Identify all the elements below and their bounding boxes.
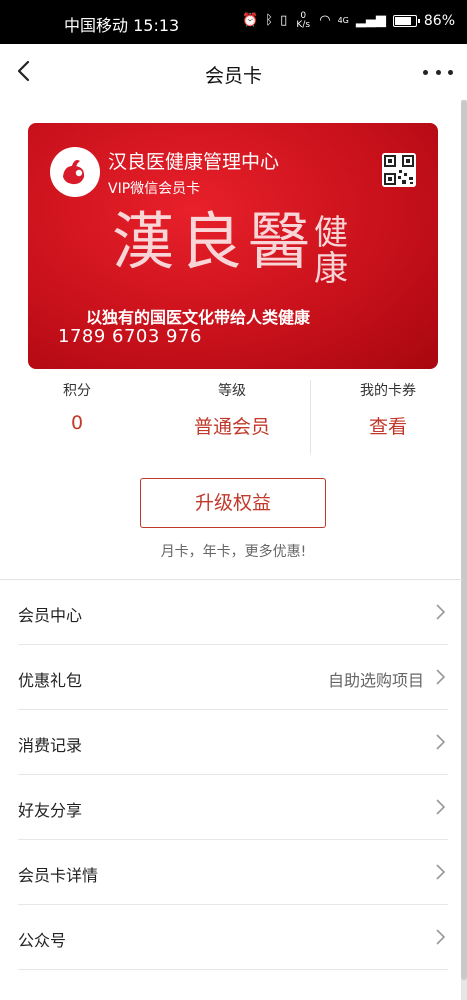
level-label: 等级 — [218, 383, 246, 399]
points-label: 积分 — [63, 383, 91, 399]
menu-item-label: 会员中心 — [18, 606, 83, 625]
card-number: 1789 6703 976 — [58, 326, 202, 347]
chevron-right-icon — [436, 799, 446, 815]
page-title: 会员卡 — [204, 65, 262, 87]
menu-item-label: 好友分享 — [18, 801, 83, 820]
upgrade-tip: 月卡，年卡，更多优惠! — [160, 544, 307, 560]
stats-divider — [310, 380, 311, 454]
menu-item-gift-package[interactable]: 优惠礼包 自助选购项目 — [18, 645, 448, 710]
member-stats: 积分 0 等级 普通会员 我的卡券 查看 — [0, 380, 467, 454]
card-type: VIP微信会员卡 — [108, 181, 201, 197]
menu-item-label: 消费记录 — [18, 736, 83, 755]
chevron-right-icon — [436, 734, 446, 750]
org-name: 汉良医健康管理中心 — [108, 151, 280, 173]
menu-item-official-account[interactable]: 公众号 — [18, 905, 448, 970]
chevron-right-icon — [436, 669, 446, 685]
chevron-right-icon — [436, 864, 446, 880]
status-bar: 中国移动 15:13 ⏰ ᛒ ▯ 0 K/s ◠ 4G ▂▄▆ 86% — [0, 0, 467, 44]
carrier-time: 中国移动 15:13 — [64, 16, 180, 35]
level-stat[interactable]: 等级 普通会员 — [172, 380, 292, 439]
coupons-stat[interactable]: 我的卡券 查看 — [340, 380, 436, 439]
vibrate-icon: ▯ — [280, 13, 288, 28]
menu-item-member-center[interactable]: 会员中心 — [18, 580, 448, 645]
level-value: 普通会员 — [193, 416, 270, 438]
brand-logo — [50, 147, 100, 197]
status-icons: ⏰ ᛒ ▯ 0 K/s ◠ 4G ▂▄▆ 86% — [242, 12, 455, 30]
menu-item-card-details[interactable]: 会员卡详情 — [18, 840, 448, 905]
points-value: 0 — [70, 412, 84, 434]
card-slogan: 以独有的国医文化带给人类健康 — [86, 308, 311, 327]
wifi-icon: ◠ — [319, 13, 331, 28]
chevron-right-icon — [436, 929, 446, 945]
menu-list: 会员中心 优惠礼包 自助选购项目 消费记录 好友分享 会员卡详情 公众号 — [0, 580, 462, 970]
more-options-icon[interactable] — [423, 58, 453, 86]
menu-item-share-friends[interactable]: 好友分享 — [18, 775, 448, 840]
coupons-view-link[interactable]: 查看 — [340, 412, 436, 439]
menu-item-label: 公众号 — [18, 931, 67, 950]
brand-calligraphy-side: 健康 — [314, 213, 348, 289]
net-speed: 0 K/s — [296, 11, 311, 30]
menu-item-extra: 自助选购项目 — [327, 671, 424, 690]
upgrade-benefits-button[interactable]: 升级权益 — [140, 478, 326, 528]
bluetooth-icon: ᛒ — [265, 13, 274, 28]
qr-code-icon[interactable] — [382, 153, 416, 187]
nav-bar: 会员卡 — [0, 44, 467, 100]
brand-calligraphy: 漢良醫 — [112, 205, 317, 278]
alarm-icon: ⏰ — [242, 13, 259, 28]
membership-card: 汉良医健康管理中心 VIP微信会员卡 漢良醫 健康 以独有的国医文化带给人类健康… — [28, 123, 438, 369]
chevron-right-icon — [436, 604, 446, 620]
signal-icon: ▂▄▆ — [355, 13, 386, 28]
battery-icon — [392, 15, 420, 27]
battery-percent: 86% — [423, 13, 455, 29]
menu-item-label: 优惠礼包 — [18, 671, 83, 690]
coupons-label: 我的卡券 — [360, 383, 416, 399]
menu-item-label: 会员卡详情 — [18, 866, 99, 885]
network-type: 4G — [337, 16, 349, 25]
points-stat[interactable]: 积分 0 — [36, 380, 118, 434]
menu-item-consumption-records[interactable]: 消费记录 — [18, 710, 448, 775]
